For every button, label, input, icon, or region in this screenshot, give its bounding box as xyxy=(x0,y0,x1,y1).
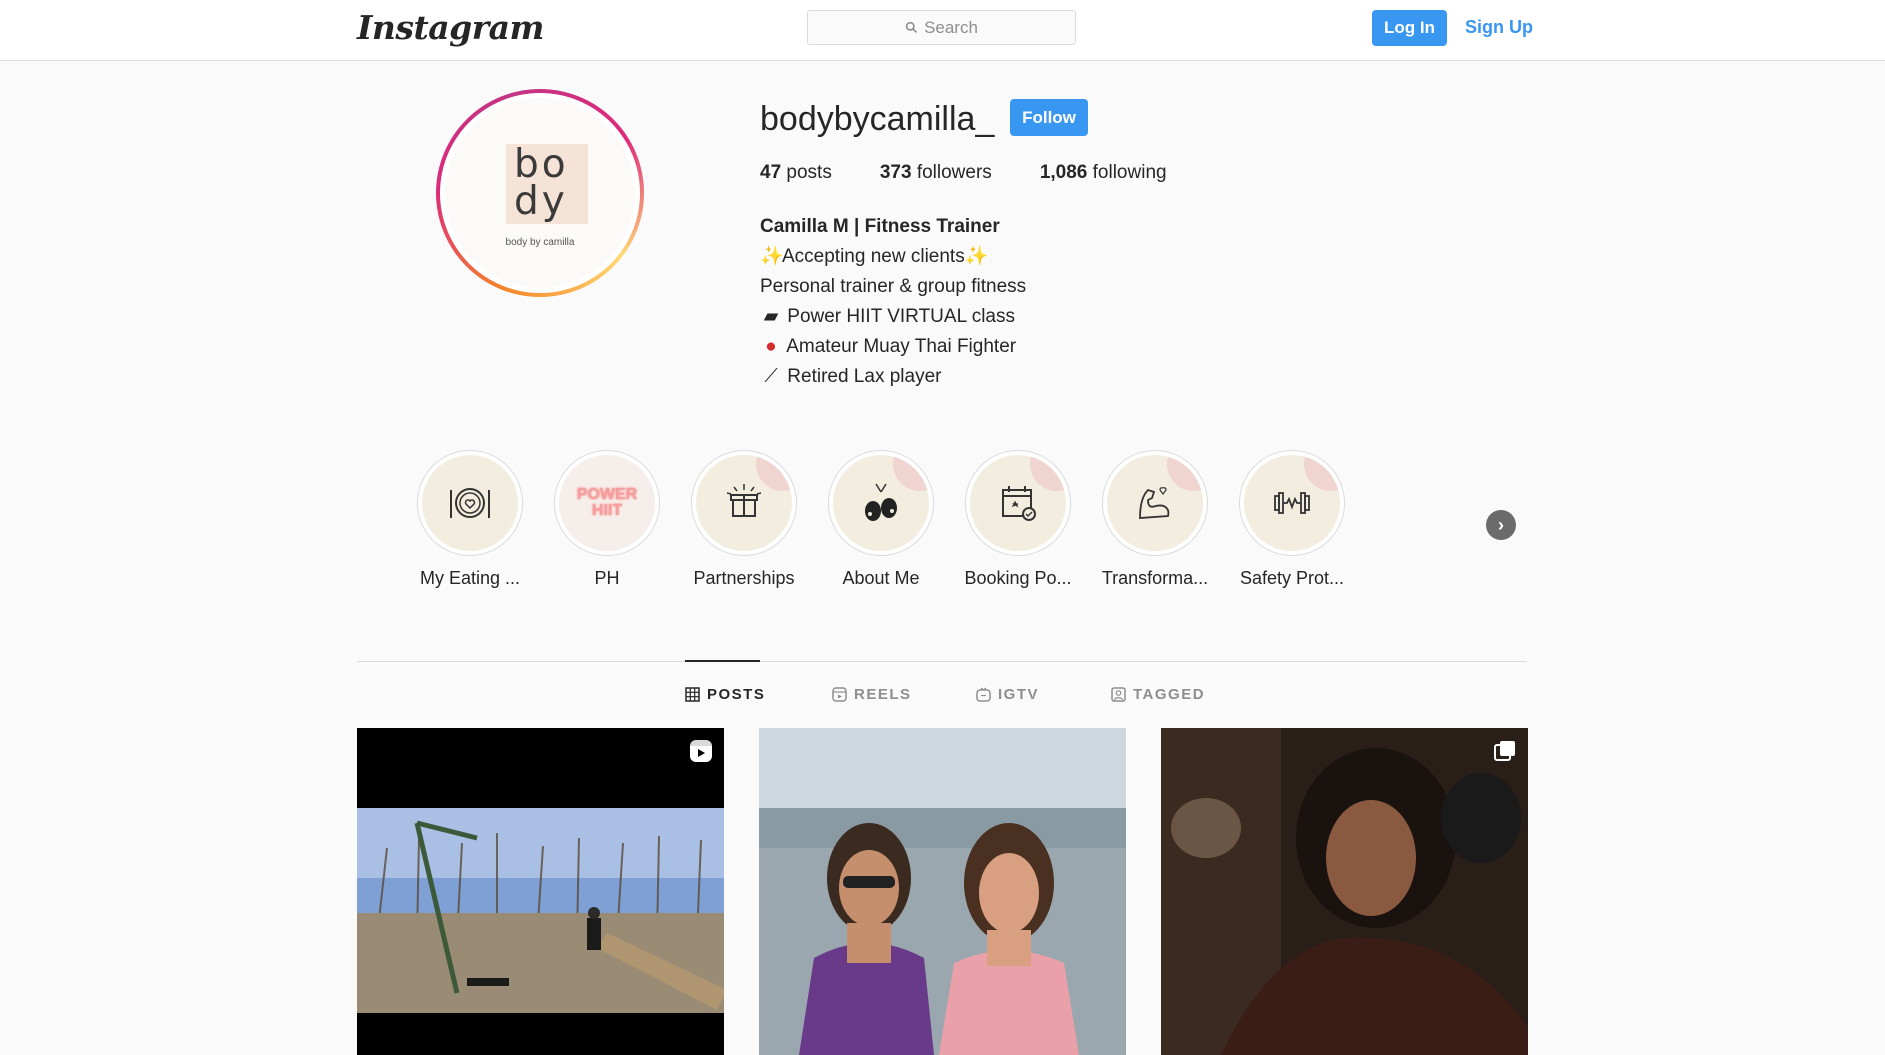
search-input[interactable]: Search xyxy=(807,10,1076,45)
login-button[interactable]: Log In xyxy=(1372,10,1447,46)
sparkles-icon: ✨ xyxy=(964,246,989,267)
avatar-caption: body by camilla xyxy=(505,237,575,248)
post-image xyxy=(357,808,724,1013)
lacrosse-stick-icon: ⟋ xyxy=(764,366,778,387)
top-navigation-bar: Instagram Search Log In Sign Up xyxy=(0,0,1885,61)
search-icon xyxy=(905,21,918,33)
followers-count[interactable]: 373 followers xyxy=(880,162,992,184)
bio-line: ▰ Power HIIT VIRTUAL class xyxy=(760,302,1026,332)
post-image xyxy=(759,728,1126,1055)
highlight-ph[interactable]: POWER HIIT PH xyxy=(547,450,667,589)
boxing-gloves-icon xyxy=(865,483,897,521)
igtv-icon xyxy=(976,687,991,702)
calendar-icon xyxy=(1002,486,1036,521)
bio-line: ✨Accepting new clients✨ xyxy=(760,242,1026,272)
active-tab-indicator xyxy=(685,660,760,662)
highlight-transformations[interactable]: Transforma... xyxy=(1095,450,1215,589)
tab-tagged[interactable]: TAGGED xyxy=(1111,686,1205,703)
tab-igtv[interactable]: IGTV xyxy=(976,686,1039,703)
grid-icon xyxy=(685,687,700,702)
bio-line: Personal trainer & group fitness xyxy=(760,276,1027,297)
profile-full-name: Camilla M | Fitness Trainer xyxy=(760,216,1000,237)
avatar-logo-text: bo dy xyxy=(514,142,569,224)
bio-line: ⟋ Retired Lax player xyxy=(760,362,1026,392)
tab-reels[interactable]: REELS xyxy=(832,686,912,703)
post-thumbnail-photo[interactable] xyxy=(759,728,1126,1055)
post-image xyxy=(1161,728,1528,1055)
dumbbell-icon xyxy=(1274,492,1310,514)
highlight-my-eating[interactable]: My Eating ... xyxy=(410,450,530,589)
sparkles-icon: ✨ xyxy=(760,246,784,267)
bandage-icon: ▰ xyxy=(763,306,779,327)
flexed-arm-icon xyxy=(1139,487,1170,519)
reel-icon xyxy=(690,740,712,762)
highlight-booking[interactable]: Booking Po... xyxy=(958,450,1078,589)
highlights-next-button[interactable]: › xyxy=(1486,510,1516,540)
tabs-divider xyxy=(357,661,1527,662)
tagged-icon xyxy=(1111,687,1126,702)
highlight-about-me[interactable]: About Me xyxy=(821,450,941,589)
story-highlights: My Eating ... POWER HIIT PH Partnerships… xyxy=(410,450,1516,600)
profile-username: bodybycamilla_ xyxy=(760,100,995,138)
highlight-partnerships[interactable]: Partnerships xyxy=(684,450,804,589)
carousel-icon xyxy=(1494,741,1515,761)
bio-line: ● Amateur Muay Thai Fighter xyxy=(760,332,1026,362)
following-count[interactable]: 1,086 following xyxy=(1040,162,1167,184)
boxing-glove-icon: ● xyxy=(765,336,777,357)
power-hiit-icon: POWER HIIT xyxy=(576,486,638,519)
post-thumbnail-carousel[interactable] xyxy=(1161,728,1528,1055)
reels-icon xyxy=(832,687,847,702)
follow-button[interactable]: Follow xyxy=(1010,99,1088,136)
chevron-right-icon: › xyxy=(1498,514,1504,535)
gift-icon xyxy=(726,484,762,517)
signup-link[interactable]: Sign Up xyxy=(1465,17,1533,38)
profile-bio: Camilla M | Fitness Trainer ✨Accepting n… xyxy=(760,212,1026,392)
search-placeholder: Search xyxy=(924,17,978,37)
profile-avatar-story-ring[interactable]: bo dy body by camilla xyxy=(436,89,644,297)
instagram-logo[interactable]: Instagram xyxy=(357,8,544,47)
post-thumbnail-reel[interactable] xyxy=(357,728,724,1055)
plate-icon xyxy=(450,488,490,518)
highlight-safety[interactable]: Safety Prot... xyxy=(1232,450,1352,589)
tab-posts[interactable]: POSTS xyxy=(685,686,765,703)
profile-stats: 47 posts 373 followers 1,086 following xyxy=(760,162,1215,184)
posts-count: 47 posts xyxy=(760,162,832,183)
avatar: bo dy body by camilla xyxy=(445,98,635,288)
